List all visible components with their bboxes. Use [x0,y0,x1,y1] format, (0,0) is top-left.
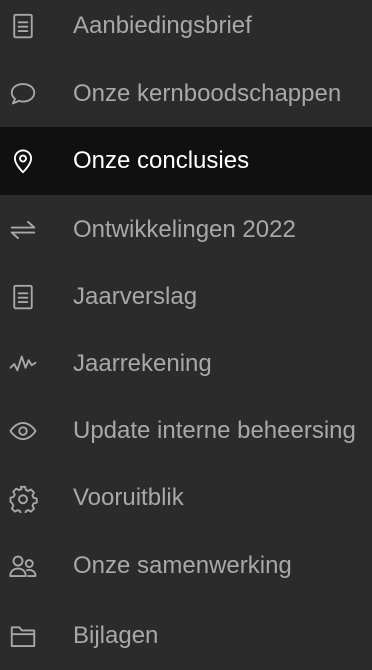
gear-icon [6,481,40,515]
menu-item-label: Ontwikkelingen 2022 [73,216,296,243]
menu-item-label: Update interne beheersing [73,417,356,444]
menu-item-label: Jaarrekening [73,350,212,377]
swap-arrows-icon [6,213,40,247]
users-icon [6,549,40,583]
menu-item-vooruitblik[interactable]: Vooruitblik [0,464,372,532]
menu-item-label: Onze kernboodschappen [73,80,342,107]
menu-item-label: Onze conclusies [73,147,250,174]
document-icon [6,280,40,314]
menu-item-interne-beheersing[interactable]: Update interne beheersing [0,397,372,465]
menu-item-bijlagen[interactable]: Bijlagen [0,602,372,670]
menu-item-label: Aanbiedingsbrief [73,12,252,39]
menu-item-ontwikkelingen[interactable]: Ontwikkelingen 2022 [0,196,372,264]
menu-item-label: Onze samenwerking [73,552,292,579]
location-pin-icon [6,144,40,178]
menu-item-label: Bijlagen [73,622,159,649]
menu-item-jaarrekening[interactable]: Jaarrekening [0,330,372,398]
side-navigation-menu: Aanbiedingsbrief Onze kernboodschappen O… [0,0,372,653]
speech-bubble-icon [6,77,40,111]
menu-item-kernboodschappen[interactable]: Onze kernboodschappen [0,60,372,128]
eye-icon [6,414,40,448]
folder-icon [6,619,40,653]
menu-item-samenwerking[interactable]: Onze samenwerking [0,532,372,600]
menu-item-aanbiedingsbrief[interactable]: Aanbiedingsbrief [0,0,372,60]
menu-item-label: Jaarverslag [73,283,198,310]
menu-item-jaarverslag[interactable]: Jaarverslag [0,263,372,331]
menu-item-conclusies[interactable]: Onze conclusies [0,127,372,195]
document-icon [6,9,40,43]
activity-icon [6,347,40,381]
menu-item-label: Vooruitblik [73,484,184,511]
